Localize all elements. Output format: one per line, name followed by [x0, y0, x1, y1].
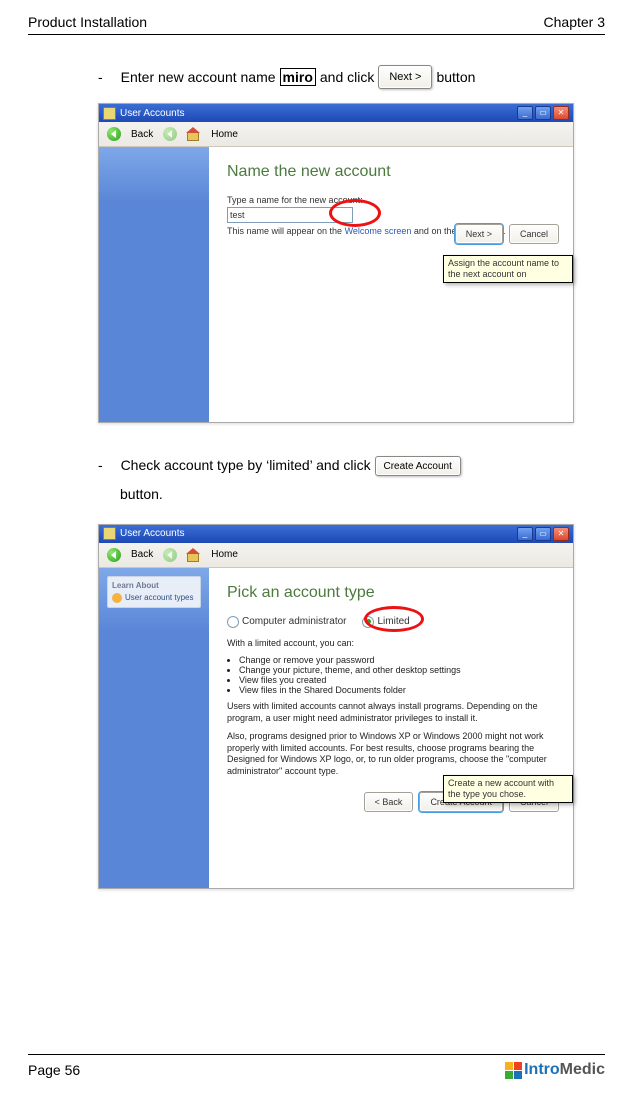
toolbar: Back Home: [99, 543, 573, 568]
window-icon: [103, 527, 116, 540]
left-panel: Learn About User account types: [99, 568, 209, 888]
button-row: Next > Cancel: [455, 224, 559, 244]
bullet-dash: -: [98, 457, 103, 473]
list-item: View files you created: [239, 675, 559, 685]
back-label: Back: [131, 129, 153, 140]
para-2: Users with limited accounts cannot alway…: [227, 701, 559, 724]
close-icon[interactable]: ✕: [553, 106, 569, 120]
page-number: Page 56: [28, 1062, 80, 1078]
minimize-icon[interactable]: _: [517, 527, 533, 541]
window-controls: _ ▭ ✕: [517, 527, 569, 541]
content-area: - Enter new account name miro and click …: [28, 65, 605, 889]
window-body: Learn About User account types Pick an a…: [99, 568, 573, 888]
list-item: View files in the Shared Documents folde…: [239, 685, 559, 695]
toolbar: Back Home: [99, 122, 573, 147]
back-icon[interactable]: [107, 548, 121, 562]
tooltip: Create a new account with the type you c…: [443, 775, 573, 803]
forward-icon: [163, 548, 177, 562]
account-name-input[interactable]: test: [227, 207, 353, 223]
learn-about-box: Learn About User account types: [107, 576, 201, 608]
titlebar: User Accounts _ ▭ ✕: [99, 525, 573, 543]
titlebar: User Accounts _ ▭ ✕: [99, 104, 573, 122]
window-title: User Accounts: [120, 528, 184, 539]
learn-about-title: Learn About: [112, 581, 196, 590]
back-button[interactable]: < Back: [364, 792, 414, 812]
close-icon[interactable]: ✕: [553, 527, 569, 541]
footer-rule: [28, 1054, 605, 1055]
para-3: Also, programs designed prior to Windows…: [227, 731, 559, 778]
maximize-icon[interactable]: ▭: [535, 106, 551, 120]
window-controls: _ ▭ ✕: [517, 106, 569, 120]
radio-admin[interactable]: Computer administrator: [227, 616, 346, 628]
link-welcome[interactable]: Welcome screen: [345, 226, 412, 236]
page-footer: Page 56 IntroMedic: [28, 1054, 605, 1079]
logo-icon: [505, 1062, 522, 1079]
tooltip: Assign the account name to the next acco…: [443, 255, 573, 283]
help-icon: [112, 593, 122, 603]
window-icon: [103, 107, 116, 120]
list-item: Change your picture, theme, and other de…: [239, 665, 559, 675]
left-panel: [99, 147, 209, 422]
input-label: Type a name for the new account:: [227, 195, 559, 205]
bullet-dash: -: [98, 67, 103, 88]
instr2-post: button.: [120, 486, 163, 502]
para-intro: With a limited account, you can:: [227, 638, 559, 650]
main-panel: Pick an account type Computer administra…: [209, 568, 573, 888]
radio-icon: [362, 616, 374, 628]
radio-icon: [227, 616, 239, 628]
instruction-2: - Check account type by ‘limited’ and cl…: [98, 451, 605, 510]
capability-list: Change or remove your password Change yo…: [239, 655, 559, 695]
home-label: Home: [211, 549, 238, 560]
home-label: Home: [211, 129, 238, 140]
next-button-inline: Next >: [378, 65, 432, 89]
home-icon[interactable]: [187, 127, 201, 141]
cancel-button[interactable]: Cancel: [509, 224, 559, 244]
header-right: Chapter 3: [544, 14, 605, 30]
panel-heading: Pick an account type: [227, 584, 559, 602]
instr2-pre: Check account type by ‘limited’ and clic…: [121, 457, 371, 473]
brand-logo: IntroMedic: [505, 1061, 605, 1079]
next-button[interactable]: Next >: [455, 224, 503, 244]
instr1-boxed-text: miro: [280, 68, 316, 87]
screenshot-name-account: User Accounts _ ▭ ✕ Back Home Name the n…: [98, 103, 574, 423]
back-icon[interactable]: [107, 127, 121, 141]
instruction-1: - Enter new account name miro and click …: [98, 65, 605, 89]
window-body: Name the new account Type a name for the…: [99, 147, 573, 422]
minimize-icon[interactable]: _: [517, 106, 533, 120]
back-label: Back: [131, 549, 153, 560]
document-page: Product Installation Chapter 3 - Enter n…: [0, 0, 633, 1093]
window-title: User Accounts: [120, 108, 184, 119]
radio-group: Computer administrator Limited: [227, 616, 559, 628]
page-header: Product Installation Chapter 3: [28, 14, 605, 30]
home-icon[interactable]: [187, 548, 201, 562]
panel-heading: Name the new account: [227, 163, 559, 181]
screenshot-pick-type: User Accounts _ ▭ ✕ Back Home Learn Abou: [98, 524, 574, 889]
instr1-post: button: [436, 67, 475, 88]
header-left: Product Installation: [28, 14, 147, 30]
radio-limited[interactable]: Limited: [362, 616, 409, 628]
main-panel: Name the new account Type a name for the…: [209, 147, 573, 422]
create-account-button-inline: Create Account: [375, 456, 461, 476]
list-item: Change or remove your password: [239, 655, 559, 665]
instr1-pre: Enter new account name: [121, 67, 276, 88]
header-rule: [28, 34, 605, 35]
maximize-icon[interactable]: ▭: [535, 527, 551, 541]
instr1-mid: and click: [320, 67, 374, 88]
forward-icon: [163, 127, 177, 141]
learn-about-link[interactable]: User account types: [112, 593, 196, 603]
